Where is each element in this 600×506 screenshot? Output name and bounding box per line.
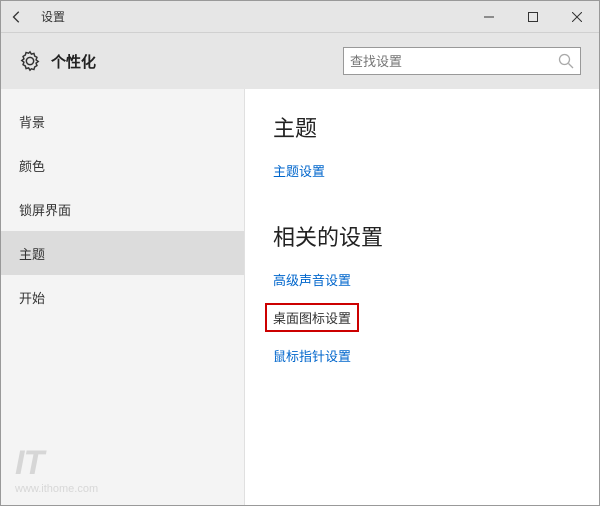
sidebar-item-background[interactable]: 背景 (1, 99, 244, 143)
header: 个性化 (1, 33, 599, 89)
section-title-themes: 主题 (273, 111, 599, 143)
content: 主题 主题设置 相关的设置 高级声音设置 桌面图标设置 鼠标指针设置 (245, 89, 599, 505)
sidebar-item-lockscreen[interactable]: 锁屏界面 (1, 187, 244, 231)
search-icon (558, 53, 574, 69)
link-theme-settings[interactable]: 主题设置 (273, 161, 325, 180)
window-title: 设置 (33, 8, 65, 25)
minimize-button[interactable] (467, 1, 511, 33)
gear-icon (19, 50, 41, 72)
page-heading: 个性化 (51, 51, 96, 72)
link-advanced-sound[interactable]: 高级声音设置 (273, 270, 351, 289)
sidebar-item-themes[interactable]: 主题 (1, 231, 244, 275)
section-title-related: 相关的设置 (273, 220, 599, 252)
sidebar-item-label: 锁屏界面 (19, 200, 71, 219)
link-mouse-pointer[interactable]: 鼠标指针设置 (273, 346, 351, 365)
search-box[interactable] (343, 47, 581, 75)
body: 背景 颜色 锁屏界面 主题 开始 主题 主题设置 相关的设置 高级声音设置 桌面… (1, 89, 599, 505)
link-desktop-icons[interactable]: 桌面图标设置 (265, 303, 359, 332)
sidebar-item-label: 背景 (19, 112, 45, 131)
titlebar: 设置 (1, 1, 599, 33)
sidebar-item-label: 开始 (19, 288, 45, 307)
window-controls (467, 1, 599, 33)
sidebar-item-label: 主题 (19, 244, 45, 263)
sidebar-item-colors[interactable]: 颜色 (1, 143, 244, 187)
sidebar: 背景 颜色 锁屏界面 主题 开始 (1, 89, 245, 505)
sidebar-item-label: 颜色 (19, 156, 45, 175)
close-button[interactable] (555, 1, 599, 33)
maximize-button[interactable] (511, 1, 555, 33)
search-input[interactable] (350, 54, 558, 69)
back-button[interactable] (1, 1, 33, 33)
sidebar-item-start[interactable]: 开始 (1, 275, 244, 319)
